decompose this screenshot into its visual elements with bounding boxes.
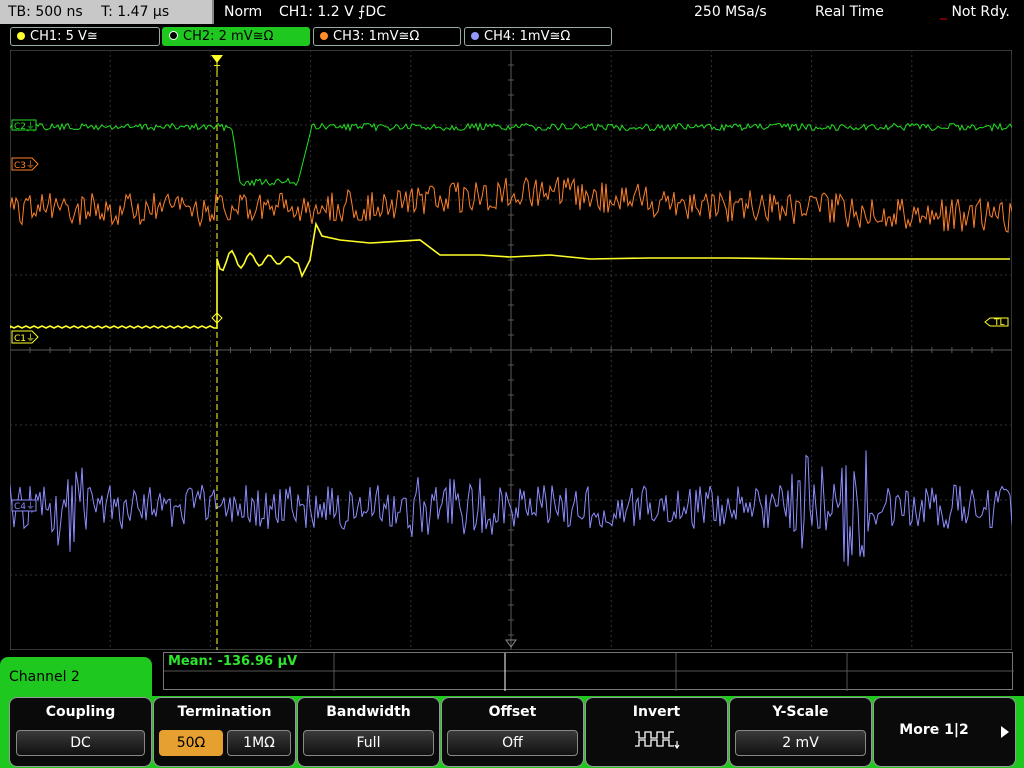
ch3-marker[interactable]: C3⏚ — [11, 157, 39, 171]
ch2-color-dot — [169, 31, 178, 40]
bandwidth-softkey[interactable]: Bandwidth Full — [297, 697, 440, 767]
offset-softkey[interactable]: Offset Off — [441, 697, 584, 767]
menu-title: Channel 2 — [0, 657, 152, 697]
trigger-level-label: TL — [993, 318, 1005, 328]
ch1-tab-label: CH1: 5 V≅ — [30, 29, 98, 44]
bandwidth-title: Bandwidth — [326, 704, 411, 720]
termination-softkey[interactable]: Termination 50Ω 1MΩ — [153, 697, 296, 767]
trigger-settings[interactable]: CH1: 1.2 V ⨍DC — [279, 0, 386, 24]
trigger-position-marker[interactable] — [211, 55, 223, 63]
ch2-marker[interactable]: C2⏚ — [11, 119, 37, 132]
termination-title: Termination — [177, 704, 272, 720]
ch1-marker-label: C1⏚ — [14, 333, 35, 344]
tab-ch3[interactable]: CH3: 1mV≅Ω — [313, 27, 461, 46]
run-state-indicator: _ — [940, 4, 947, 20]
tab-ch4[interactable]: CH4: 1mV≅Ω — [464, 27, 612, 46]
run-state-label: Not Rdy. — [951, 4, 1010, 20]
offset-value[interactable]: Off — [447, 730, 578, 756]
run-state: _ Not Rdy. — [940, 0, 1010, 24]
ch4-tab-label: CH4: 1mV≅Ω — [484, 29, 571, 44]
graticule — [10, 50, 1012, 650]
more-softkey[interactable]: More 1|2 — [873, 697, 1016, 767]
yscale-softkey[interactable]: Y-Scale 2 mV — [729, 697, 872, 767]
invert-waveform-icon — [635, 731, 680, 750]
more-label: More 1|2 — [899, 722, 969, 738]
coupling-softkey[interactable]: Coupling DC — [9, 697, 152, 767]
tab-ch2[interactable]: CH2: 2 mV≅Ω — [162, 27, 310, 46]
ch1-marker[interactable]: C1⏚ — [11, 330, 39, 344]
termination-50ohm-option[interactable]: 50Ω — [159, 730, 223, 756]
coupling-value[interactable]: DC — [16, 730, 145, 756]
invert-softkey[interactable]: Invert — [585, 697, 728, 767]
ch4-marker-label: C4⏚ — [14, 501, 35, 512]
acquisition-mode: Real Time — [815, 4, 884, 20]
ch3-marker-label: C3⏚ — [14, 160, 35, 171]
timebase-box[interactable]: TB: 500 ns T: 1.47 µs — [0, 0, 214, 24]
ch3-color-dot — [320, 32, 328, 40]
yscale-title: Y-Scale — [772, 704, 829, 720]
ch1-trace — [10, 221, 1010, 329]
ch4-marker[interactable]: C4⏚ — [11, 499, 37, 512]
trigger-position-label: T — [213, 64, 221, 75]
ch4-color-dot — [471, 32, 479, 40]
sample-rate: 250 MSa/s — [694, 4, 767, 20]
tab-ch1[interactable]: CH1: 5 V≅ — [10, 27, 160, 46]
trigger-level-marker[interactable]: TL — [984, 317, 1009, 328]
coupling-title: Coupling — [45, 704, 116, 720]
trigger-mode[interactable]: Norm — [224, 0, 262, 24]
ch3-tab-label: CH3: 1mV≅Ω — [333, 29, 420, 44]
trigger-time-value: T: 1.47 µs — [101, 4, 170, 20]
termination-1mohm-option[interactable]: 1MΩ — [227, 730, 291, 756]
timebase-value: TB: 500 ns — [8, 4, 83, 20]
ch2-tab-label: CH2: 2 mV≅Ω — [183, 29, 274, 44]
invert-title: Invert — [632, 704, 681, 720]
mean-measurement[interactable]: Mean: -136.96 µV — [168, 654, 297, 669]
ch2-marker-label: C2⏚ — [14, 121, 35, 132]
offset-title: Offset — [488, 704, 537, 720]
bandwidth-value[interactable]: Full — [303, 730, 434, 756]
chevron-right-icon — [1001, 726, 1009, 738]
yscale-value[interactable]: 2 mV — [735, 730, 866, 756]
waveform-display[interactable]: T C2⏚ C3⏚ C1⏚ C4⏚ TL — [10, 50, 1012, 650]
ch1-color-dot — [17, 32, 25, 40]
